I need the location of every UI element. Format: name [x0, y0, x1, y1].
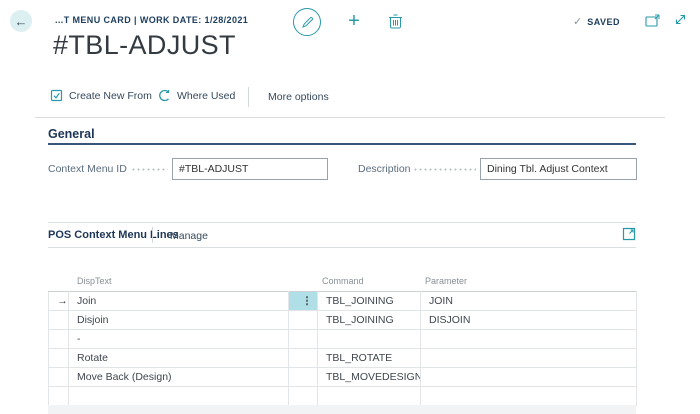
table-row: Rotate TBL_ROTATE: [49, 349, 637, 368]
row-context-menu-cell[interactable]: [289, 330, 318, 349]
create-new-from-icon: [50, 89, 63, 102]
saved-label: SAVED: [587, 17, 620, 27]
row-selector-cell[interactable]: [49, 311, 69, 330]
delete-button[interactable]: [388, 13, 404, 30]
dotted-leader: [131, 168, 168, 171]
where-used-button[interactable]: Where Used: [158, 89, 235, 102]
column-header-parameter[interactable]: Parameter: [425, 276, 467, 286]
back-button[interactable]: ←: [10, 10, 32, 32]
description-label: Description: [358, 163, 411, 175]
row-context-menu-cell[interactable]: [289, 349, 318, 368]
cell-parameter[interactable]: DISJOIN: [421, 311, 637, 330]
row-context-menu-cell[interactable]: [289, 311, 318, 330]
dotted-leader: [413, 168, 476, 171]
cell-disptext[interactable]: [69, 387, 289, 406]
table-row: -: [49, 330, 637, 349]
row-context-menu-cell[interactable]: [289, 387, 318, 406]
popout-icon: [645, 14, 662, 28]
row-selector-cell[interactable]: [49, 368, 69, 387]
breadcrumb: ...T MENU CARD | WORK DATE: 1/28/2021: [55, 15, 248, 25]
lines-table: → Join ⋮ TBL_JOINING JOIN Disjoin TBL_JO…: [48, 291, 636, 406]
where-used-label: Where Used: [177, 90, 235, 102]
row-indicator-icon: →: [57, 295, 68, 307]
focus-mode-icon: [622, 227, 636, 241]
cell-disptext[interactable]: Disjoin: [69, 311, 289, 330]
page-title: #TBL-ADJUST: [53, 30, 236, 61]
lines-section-header[interactable]: POS Context Menu Lines: [48, 229, 179, 241]
context-menu-card-page: ← ...T MENU CARD | WORK DATE: 1/28/2021 …: [0, 0, 700, 414]
pencil-icon: [301, 16, 314, 29]
table-row: [49, 387, 637, 406]
general-section-underline: [48, 143, 636, 145]
manage-button[interactable]: Manage: [170, 230, 208, 242]
table-row: → Join ⋮ TBL_JOINING JOIN: [49, 292, 637, 311]
cell-command[interactable]: [318, 387, 421, 406]
table-row: Move Back (Design) TBL_MOVEDESIGN: [49, 368, 637, 387]
ellipsis-vertical-icon: ⋮: [302, 295, 313, 307]
create-new-from-button[interactable]: Create New From: [50, 89, 152, 102]
cell-parameter[interactable]: [421, 387, 637, 406]
plus-icon: +: [348, 10, 360, 33]
cell-command[interactable]: [318, 330, 421, 349]
lines-section-bottom-border: [48, 247, 636, 248]
action-bar-divider: [248, 87, 249, 107]
focus-mode-button[interactable]: [622, 227, 636, 241]
action-bar-separator: [35, 117, 665, 118]
row-context-menu-cell[interactable]: [289, 368, 318, 387]
table-footer-strip: [48, 405, 636, 414]
cell-parameter[interactable]: JOIN: [421, 292, 637, 311]
expand-arrows-icon: [673, 12, 688, 27]
general-section-header[interactable]: General: [48, 127, 95, 141]
cell-parameter[interactable]: [421, 330, 637, 349]
row-selector-cell[interactable]: [49, 387, 69, 406]
back-arrow-icon: ←: [15, 14, 28, 29]
check-icon: ✓: [573, 15, 582, 28]
row-context-menu-button[interactable]: ⋮: [289, 292, 318, 311]
cell-command[interactable]: TBL_JOINING: [318, 292, 421, 311]
cell-disptext[interactable]: Move Back (Design): [69, 368, 289, 387]
row-selector-cell[interactable]: [49, 330, 69, 349]
expand-page-button[interactable]: [673, 12, 688, 27]
cell-command[interactable]: TBL_JOINING: [318, 311, 421, 330]
more-options-button[interactable]: More options: [268, 91, 329, 103]
create-new-from-label: Create New From: [69, 90, 152, 102]
cell-parameter[interactable]: [421, 349, 637, 368]
save-status: ✓ SAVED: [573, 15, 620, 28]
description-field[interactable]: [480, 158, 637, 180]
lines-header-divider: [152, 227, 153, 243]
cell-disptext[interactable]: Join: [69, 292, 289, 311]
column-header-disptext[interactable]: DispText: [77, 276, 112, 286]
table-row: Disjoin TBL_JOINING DISJOIN: [49, 311, 637, 330]
new-button[interactable]: +: [343, 9, 365, 33]
context-menu-id-label: Context Menu ID: [48, 163, 127, 175]
column-header-command[interactable]: Command: [322, 276, 364, 286]
row-selector-cell[interactable]: [49, 349, 69, 368]
cell-command[interactable]: TBL_MOVEDESIGN: [318, 368, 421, 387]
lines-section-top-border: [48, 222, 636, 223]
where-used-icon: [158, 89, 171, 102]
context-menu-id-field[interactable]: [172, 158, 328, 180]
edit-button[interactable]: [293, 8, 321, 36]
cell-parameter[interactable]: [421, 368, 637, 387]
row-selector-cell[interactable]: →: [49, 292, 69, 311]
cell-disptext[interactable]: -: [69, 330, 289, 349]
trash-icon: [388, 13, 404, 29]
cell-command[interactable]: TBL_ROTATE: [318, 349, 421, 368]
cell-disptext[interactable]: Rotate: [69, 349, 289, 368]
open-in-new-window-button[interactable]: [645, 14, 662, 28]
more-options-label: More options: [268, 91, 329, 103]
